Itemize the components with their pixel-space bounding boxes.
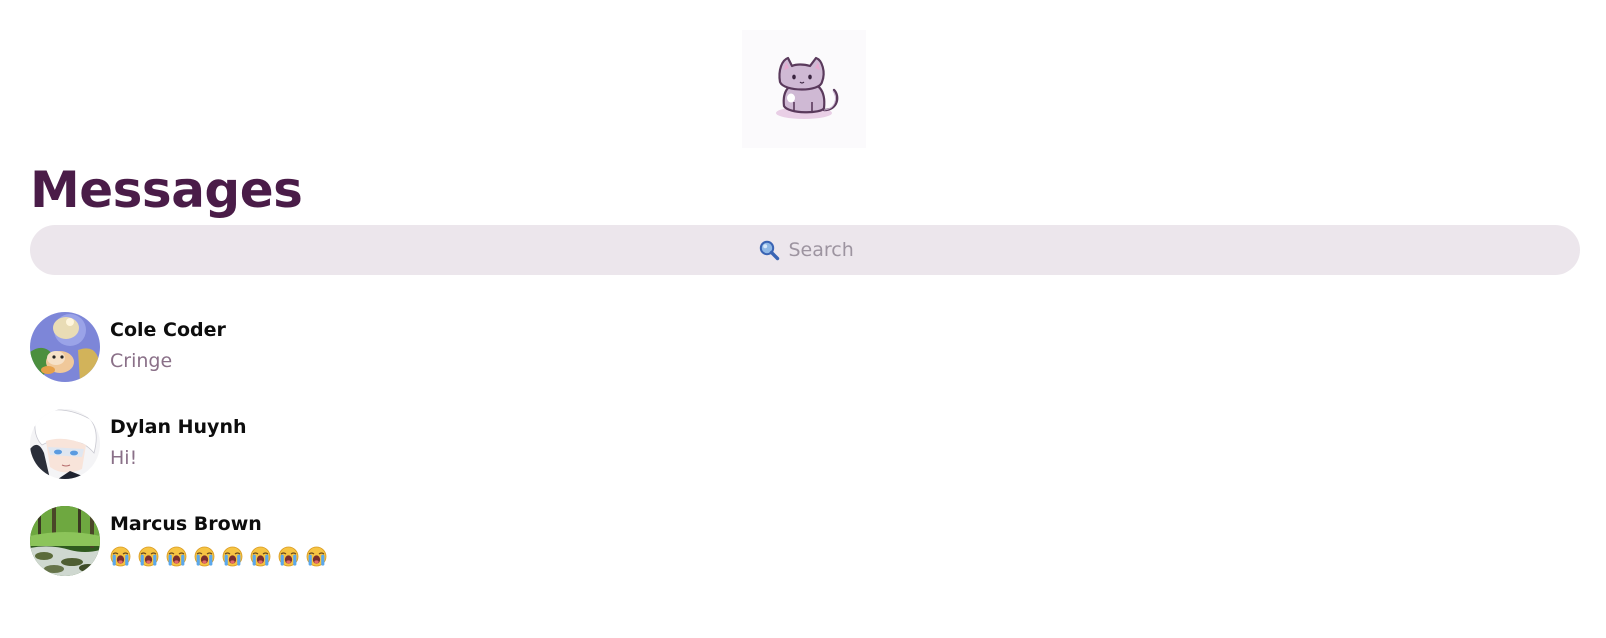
cat-mascot-icon [742,30,866,148]
contact-name: Cole Coder [110,319,226,341]
loudly-crying-face-icon [250,546,271,567]
loudly-crying-face-icon [222,546,243,567]
search-content [758,239,853,261]
anime-character-avatar [30,409,100,479]
conversation-item-marcus-brown[interactable]: Marcus Brown [30,506,730,576]
loudly-crying-face-icon [194,546,215,567]
loudly-crying-face-icon [306,546,327,567]
loudly-crying-face-icon [138,546,159,567]
contact-name: Dylan Huynh [110,416,247,438]
loudly-crying-face-icon [110,546,131,567]
last-message-preview [110,546,327,567]
last-message-preview: Cringe [110,350,173,372]
magnifying-glass-icon [759,240,779,261]
loudly-crying-face-icon [278,546,299,567]
last-message-preview: Hi! [110,447,138,469]
messages-page: Messages Search Cole Coder Cringe Dylan … [0,0,1606,638]
toad-character-avatar [30,312,100,382]
contact-name: Marcus Brown [110,513,262,535]
forest-stream-avatar [30,506,100,576]
loudly-crying-face-icon [166,546,187,567]
search-input[interactable] [788,239,853,261]
conversation-item-cole-coder[interactable]: Cole Coder Cringe [30,312,730,382]
page-title: Messages [30,161,303,219]
conversation-item-dylan-huynh[interactable]: Dylan Huynh Hi! [30,409,730,479]
search-bar[interactable] [30,225,1580,275]
